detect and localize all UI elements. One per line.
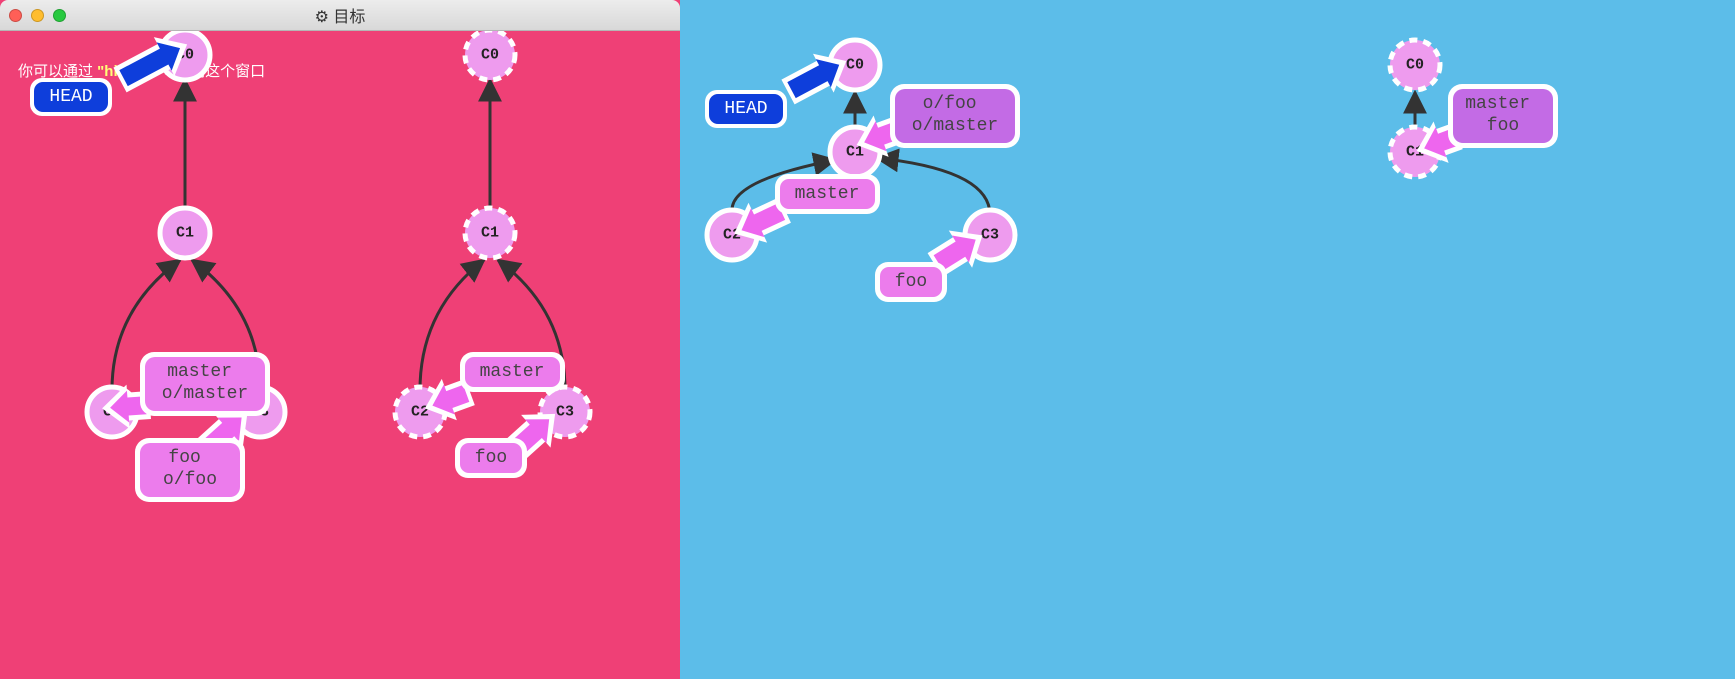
window-titlebar[interactable]: ⚙ 目标	[0, 0, 680, 31]
goal-remote-tree: C0 C1 C2 C3 master	[395, 30, 590, 478]
svg-text:HEAD: HEAD	[49, 87, 92, 107]
zoom-icon[interactable]	[53, 9, 66, 22]
goal-local-tree: C0 C1 C2 C3 HEAD	[30, 25, 285, 502]
goal-panel: ⚙ 目标 你可以通过 "hid 令关闭这个窗口 C0 C1 C2 C3	[0, 0, 680, 679]
close-icon[interactable]	[9, 9, 22, 22]
minimize-icon[interactable]	[31, 9, 44, 22]
current-local-tree: C0 C1 C2 C3 HEAD	[705, 40, 1020, 302]
svg-text:C0: C0	[846, 57, 864, 74]
svg-text:master: master	[480, 362, 545, 382]
current-panel: C0 C1 C2 C3 HEAD	[680, 0, 1735, 679]
svg-text:C0: C0	[1406, 57, 1424, 74]
window-title: 目标	[333, 9, 365, 26]
current-remote-tree: C0 C1 master foo	[1390, 40, 1558, 177]
svg-text:master: master	[795, 184, 860, 204]
svg-text:C3: C3	[556, 404, 574, 421]
svg-text:foo: foo	[475, 448, 507, 468]
svg-text:C1: C1	[481, 225, 499, 242]
svg-text:C1: C1	[176, 225, 194, 242]
svg-text:C3: C3	[981, 227, 999, 244]
gear-icon: ⚙	[315, 9, 329, 26]
svg-text:C0: C0	[481, 47, 499, 64]
svg-text:foo: foo	[895, 272, 927, 292]
svg-text:HEAD: HEAD	[724, 99, 767, 119]
